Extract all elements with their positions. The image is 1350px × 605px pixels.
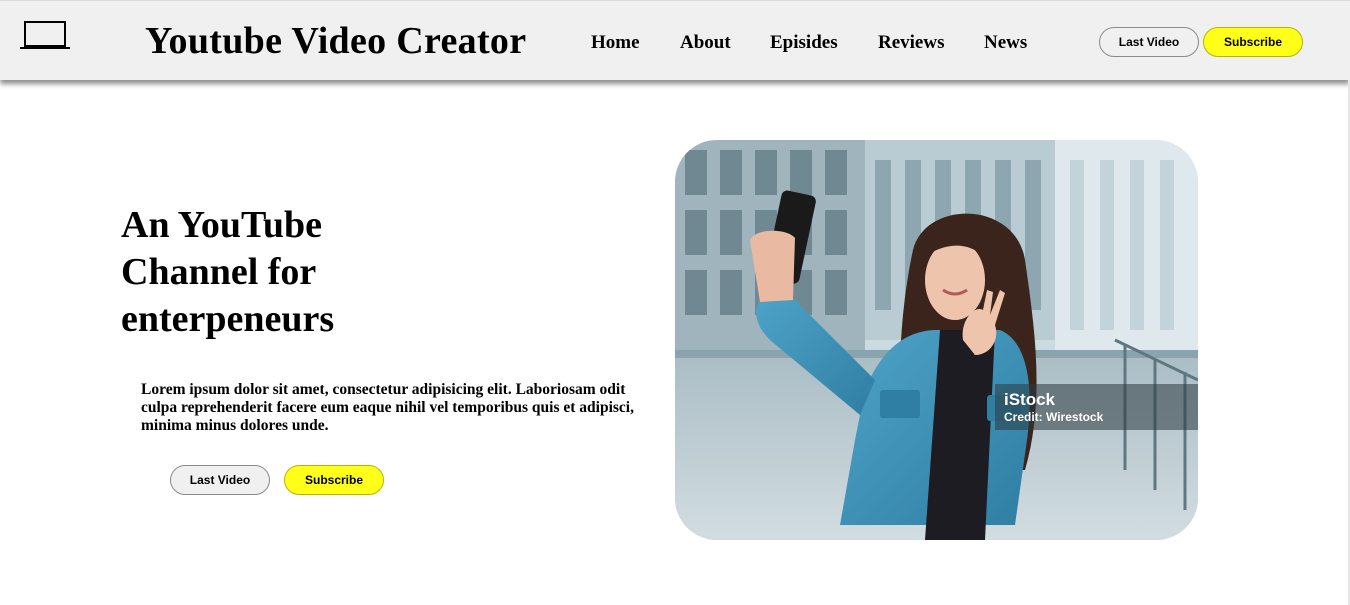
hero-subscribe-button[interactable]: Subscribe [284,465,384,495]
nav-link-about[interactable]: About [680,32,731,54]
nav-link-episodes[interactable]: Episides [770,32,838,54]
site-header: Youtube Video Creator Home About Episide… [0,0,1350,80]
laptop-icon[interactable] [20,19,70,53]
header-subscribe-button[interactable]: Subscribe [1203,27,1303,57]
watermark-brand: iStock [1004,390,1056,409]
selfie-photo: iStock Credit: Wirestock [675,140,1198,540]
hero-image: iStock Credit: Wirestock [675,140,1198,540]
nav-link-reviews[interactable]: Reviews [878,32,944,54]
site-title: Youtube Video Creator [145,20,527,62]
nav-link-news[interactable]: News [984,32,1027,54]
nav-link-home[interactable]: Home [591,32,640,54]
watermark-credit: Credit: Wirestock [1004,410,1104,424]
hero-last-video-button[interactable]: Last Video [170,465,270,495]
hero-description: Lorem ipsum dolor sit amet, consectetur … [141,381,634,434]
hero-title: An YouTube Channel for enterpeneurs [121,204,335,340]
header-last-video-button[interactable]: Last Video [1099,27,1199,57]
